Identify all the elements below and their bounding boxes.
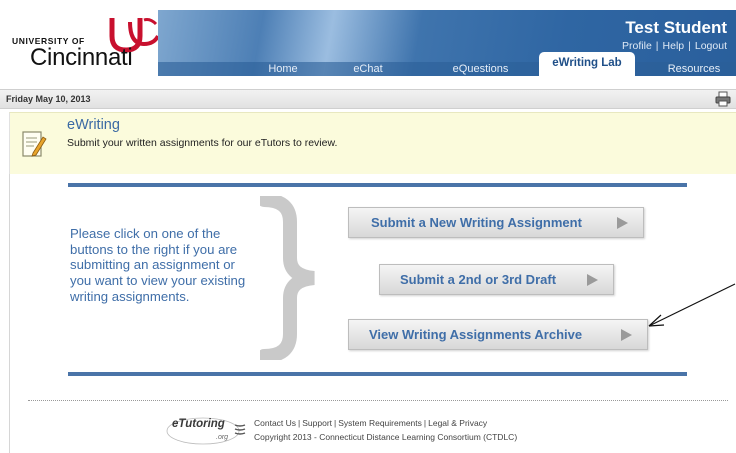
button-label: View Writing Assignments Archive [369,327,583,342]
contact-us-link[interactable]: Contact Us [254,418,296,428]
link-separator: | [655,40,659,52]
profile-link[interactable]: Profile [622,40,652,52]
curly-brace-graphic [260,196,315,360]
tab-ewriting-lab[interactable]: eWriting Lab [539,52,635,76]
tab-equestions[interactable]: eQuestions [443,60,518,76]
footer-logo-sub: .org [216,434,229,441]
submit-draft-button[interactable]: Submit a 2nd or 3rd Draft [379,264,614,295]
system-requirements-link[interactable]: System Requirements [338,418,422,428]
bottom-divider [68,372,687,376]
footer-divider [28,400,728,401]
footer-copyright: Copyright 2013 - Connecticut Distance Le… [254,432,518,442]
button-label: Submit a 2nd or 3rd Draft [400,272,557,287]
tab-resources[interactable]: Resources [654,60,734,76]
logo-university-name: Cincinnati [30,44,133,71]
page-header: eWriting Submit your written assignments… [9,112,736,174]
play-arrow-icon [617,217,628,229]
logout-link[interactable]: Logout [695,40,727,52]
user-links: Profile | Help | Logout [622,40,727,52]
link-separator: | [423,418,427,428]
footer-links: Contact Us | Support | System Requirements | L… [254,418,487,428]
site-header: UNIVERSITY OF Cincinnati Test Student Pr… [0,0,736,76]
annotation-arrow-icon [648,283,736,327]
printer-icon[interactable] [714,91,732,107]
current-date: Friday May 10, 2013 [6,94,91,104]
play-arrow-icon [621,329,632,341]
legal-privacy-link[interactable]: Legal & Privacy [428,418,487,428]
footer-logo-text: eTutoring [172,418,225,430]
help-link[interactable]: Help [663,40,685,52]
main-nav: Home eChat eQuestions eWriting Lab Resou… [158,52,736,76]
content-border [9,174,10,453]
link-separator: | [334,418,337,428]
submit-new-assignment-button[interactable]: Submit a New Writing Assignment [348,207,644,238]
document-edit-icon [22,131,47,157]
page-subtitle: Submit your written assignments for our … [67,137,338,149]
button-label: Submit a New Writing Assignment [371,215,582,230]
link-separator: | [688,40,691,52]
tab-echat[interactable]: eChat [338,60,398,76]
user-name: Test Student [625,18,727,37]
play-arrow-icon [587,274,598,286]
view-archive-button[interactable]: View Writing Assignments Archive [348,319,648,350]
tab-home[interactable]: Home [253,60,313,76]
page-title: eWriting [67,117,120,133]
top-divider [68,183,687,187]
date-bar: Friday May 10, 2013 [0,89,736,109]
support-link[interactable]: Support [302,418,332,428]
instructions-text: Please click on one of the buttons to th… [70,226,246,304]
link-separator: | [298,418,301,428]
